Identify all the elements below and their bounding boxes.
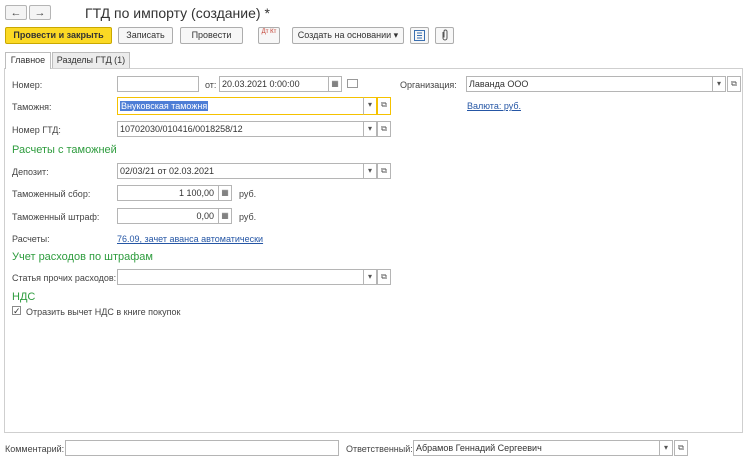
attachment-icon[interactable]	[435, 27, 454, 44]
section-customs-settlements: Расчеты с таможней	[12, 144, 117, 156]
create-based-on-label: Создать на основании	[297, 30, 392, 40]
open-icon[interactable]: ⧉	[377, 121, 391, 137]
responsible-label: Ответственный:	[346, 444, 413, 454]
date-label: от:	[205, 80, 217, 90]
structure-icon[interactable]	[410, 27, 429, 44]
customs-fee-field[interactable]: 1 100,00	[117, 185, 219, 201]
open-icon[interactable]: ⧉	[377, 269, 391, 285]
date-history-icon[interactable]	[347, 79, 358, 88]
chevron-down-icon[interactable]: ▾	[363, 121, 377, 137]
dt-kt-button[interactable]: Дт Кт	[258, 27, 280, 44]
chevron-down-icon: ▾	[393, 30, 399, 40]
chevron-down-icon[interactable]: ▾	[363, 269, 377, 285]
tab-gtd-sections[interactable]: Разделы ГТД (1)	[52, 52, 130, 68]
deposit-field[interactable]: 02/03/21 от 02.03.2021	[117, 163, 364, 179]
create-based-on-button[interactable]: Создать на основании ▾	[292, 27, 404, 44]
post-button[interactable]: Провести	[180, 27, 243, 44]
post-and-close-button[interactable]: Провести и закрыть	[5, 27, 112, 44]
currency-link[interactable]: Валюта: руб.	[467, 101, 521, 111]
comment-label: Комментарий:	[5, 444, 65, 454]
customs-fine-label: Таможенный штраф:	[12, 212, 100, 222]
open-icon[interactable]: ⧉	[727, 76, 741, 92]
organization-label: Организация:	[400, 80, 457, 90]
vat-deduction-label: Отразить вычет НДС в книге покупок	[26, 307, 181, 317]
page-title: ГТД по импорту (создание) *	[85, 5, 270, 21]
gtd-number-label: Номер ГТД:	[12, 125, 61, 135]
chevron-down-icon[interactable]: ▾	[712, 76, 726, 92]
vat-deduction-checkbox[interactable]: ✓	[12, 306, 21, 316]
section-fine-expenses: Учет расходов по штрафам	[12, 251, 153, 263]
deposit-label: Депозит:	[12, 167, 49, 177]
customs-label: Таможня:	[12, 102, 52, 112]
expense-item-label: Статья прочих расходов:	[12, 273, 117, 283]
comment-field[interactable]	[65, 440, 339, 456]
chevron-down-icon[interactable]: ▾	[659, 440, 673, 456]
number-label: Номер:	[12, 80, 43, 90]
calendar-icon[interactable]: ▦	[328, 76, 342, 92]
save-button[interactable]: Записать	[118, 27, 173, 44]
calculator-icon[interactable]: ▦	[218, 185, 232, 201]
customs-fee-label: Таможенный сбор:	[12, 189, 91, 199]
open-icon[interactable]: ⧉	[674, 440, 688, 456]
section-vat: НДС	[12, 291, 36, 303]
date-field[interactable]: 20.03.2021 0:00:00	[219, 76, 329, 92]
open-icon[interactable]: ⧉	[377, 97, 391, 115]
expense-item-field[interactable]	[117, 269, 364, 285]
number-field[interactable]	[117, 76, 199, 92]
responsible-field[interactable]: Абрамов Геннадий Сергеевич	[413, 440, 660, 456]
customs-fine-field[interactable]: 0,00	[117, 208, 219, 224]
chevron-down-icon[interactable]: ▾	[363, 97, 377, 115]
forward-button[interactable]: →	[29, 5, 51, 20]
organization-field[interactable]: Лаванда ООО	[466, 76, 713, 92]
settlements-label: Расчеты:	[12, 234, 50, 244]
customs-fine-unit: руб.	[239, 212, 257, 222]
customs-value: Внуковская таможня	[120, 101, 209, 111]
open-icon[interactable]: ⧉	[377, 163, 391, 179]
customs-field[interactable]: Внуковская таможня	[117, 97, 363, 115]
gtd-number-field[interactable]: 10702030/010416/0018258/12	[117, 121, 364, 137]
calculator-icon[interactable]: ▦	[218, 208, 232, 224]
tab-main[interactable]: Главное	[5, 52, 51, 69]
settlements-link[interactable]: 76.09, зачет аванса автоматически	[117, 234, 263, 244]
customs-fee-unit: руб.	[239, 189, 257, 199]
back-button[interactable]: ←	[5, 5, 27, 20]
chevron-down-icon[interactable]: ▾	[363, 163, 377, 179]
